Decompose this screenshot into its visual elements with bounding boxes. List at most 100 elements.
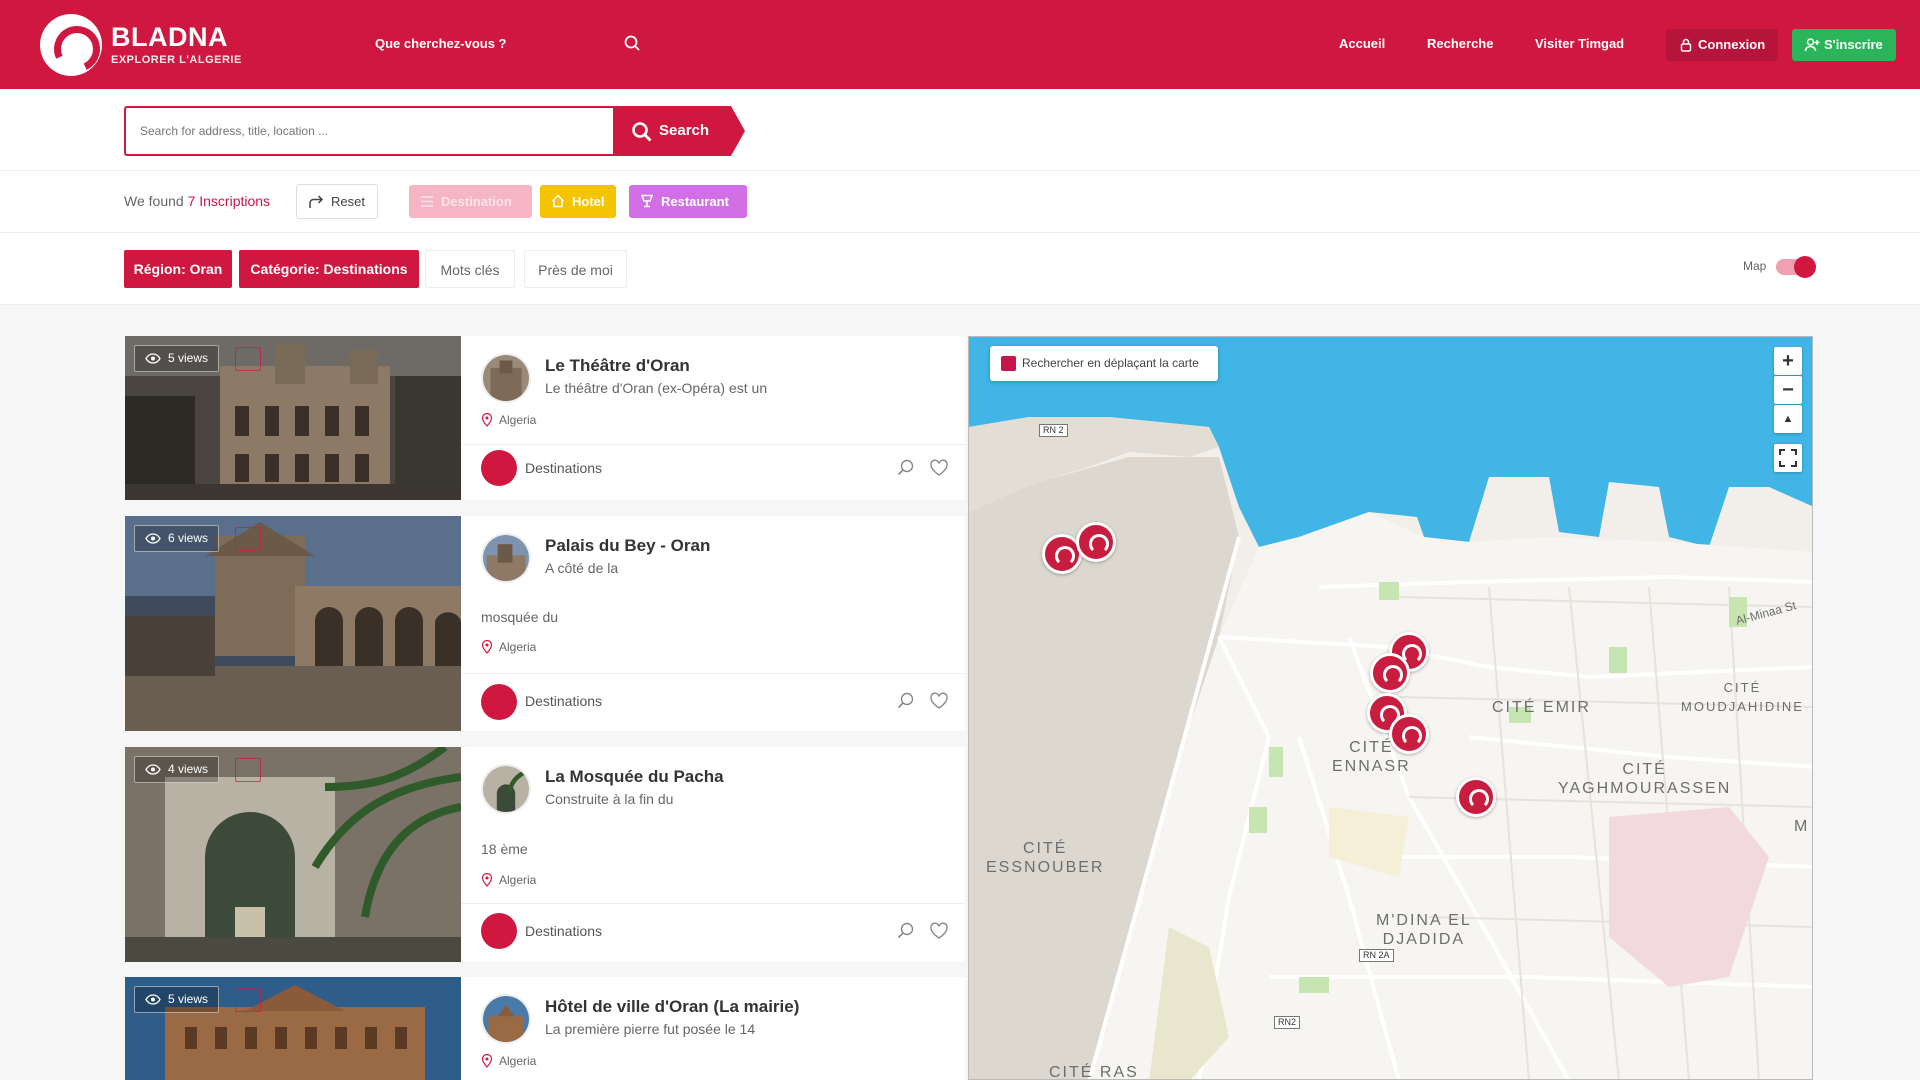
fullscreen-button[interactable] [1774, 444, 1802, 472]
bookmark-button[interactable] [235, 988, 261, 1012]
zoom-icon[interactable] [896, 691, 916, 711]
bladna-logo[interactable] [40, 14, 102, 76]
listing-title[interactable]: Palais du Bey - Oran [545, 536, 710, 556]
listing-category[interactable]: Destinations [525, 923, 602, 939]
listing-title[interactable]: La Mosquée du Pacha [545, 767, 724, 787]
map-marker[interactable] [1456, 777, 1496, 817]
listing-location-text: Algeria [499, 1054, 537, 1068]
map-pin-icon [481, 1054, 493, 1068]
search-on-move-label: Rechercher en déplaçant la carte [1022, 356, 1199, 370]
cup-icon [640, 194, 654, 208]
listing-location-text: Algeria [499, 640, 537, 654]
search-button-arrow [731, 106, 745, 156]
listing-avatar [481, 994, 531, 1044]
listing-description: Construite à la fin du [545, 791, 674, 807]
views-badge: 4 views [134, 756, 220, 783]
user-plus-icon [1804, 38, 1820, 52]
listing-card[interactable]: 5 views Hôtel de ville d'Oran (La mairie… [125, 977, 965, 1080]
listing-category[interactable]: Destinations [525, 460, 602, 476]
reset-button[interactable]: Reset [296, 184, 378, 219]
zoom-out-button[interactable]: − [1774, 376, 1802, 404]
login-button[interactable]: Connexion [1666, 29, 1778, 61]
signup-button[interactable]: S'inscrire [1792, 29, 1896, 61]
fullscreen-icon [1779, 449, 1797, 467]
bookmark-button[interactable] [235, 527, 261, 551]
tag-near-me[interactable]: Près de moi [524, 250, 627, 288]
results-summary: We found 7 Inscriptions [124, 193, 270, 209]
search-button[interactable]: Search [613, 106, 731, 156]
zoom-icon[interactable] [896, 921, 916, 941]
listing-avatar [481, 764, 531, 814]
list-icon [421, 196, 433, 207]
chip-destination[interactable]: Destination [409, 185, 532, 218]
map-toggle[interactable] [1776, 256, 1816, 278]
heart-icon[interactable] [929, 921, 949, 941]
listing-location: Algeria [481, 1054, 536, 1068]
compass-button[interactable]: ▲ [1774, 405, 1802, 433]
chip-restaurant[interactable]: Restaurant [629, 185, 747, 218]
map-label-cite-moudjahidine: CITÉ MOUDJAHIDINE [1681, 680, 1804, 714]
search-on-move-checkbox[interactable]: Rechercher en déplaçant la carte [990, 346, 1218, 381]
listing-location: Algeria [481, 413, 536, 427]
listing-title[interactable]: Hôtel de ville d'Oran (La mairie) [545, 997, 799, 1017]
nav-visiter-timgad[interactable]: Visiter Timgad [1535, 36, 1624, 51]
card-divider [461, 673, 965, 674]
nav-recherche[interactable]: Recherche [1427, 36, 1493, 51]
heart-icon[interactable] [929, 691, 949, 711]
brand-name[interactable]: BLADNA [111, 22, 228, 53]
reset-label: Reset [331, 194, 365, 209]
brand-tagline: EXPLORER L'ALGERIE [111, 54, 242, 66]
road-label-rn2-south: RN2 [1274, 1016, 1301, 1029]
map-marker[interactable] [1370, 653, 1410, 693]
map-pin-icon [481, 413, 493, 427]
listing-card[interactable]: 4 views La Mosquée du Pacha Construite à… [125, 747, 965, 962]
listing-card[interactable]: 5 views Le Théâtre d'Oran Le théâtre d'O… [125, 336, 965, 500]
results-prefix: We found [124, 193, 184, 209]
nav-accueil[interactable]: Accueil [1339, 36, 1385, 51]
zoom-icon[interactable] [896, 458, 916, 478]
tag-keywords[interactable]: Mots clés [425, 250, 515, 288]
map-toggle-label: Map [1743, 259, 1767, 273]
listing-avatar [481, 353, 531, 403]
card-divider [461, 444, 965, 445]
destination-category-icon [481, 913, 517, 949]
map-label-cite-emir: CITÉ EMIR [1492, 699, 1591, 716]
chip-hotel[interactable]: Hotel [540, 185, 616, 218]
search-icon[interactable] [623, 34, 641, 52]
zoom-in-button[interactable]: + [1774, 347, 1802, 375]
tag-category[interactable]: Catégorie: Destinations [239, 250, 419, 288]
listing-location: Algeria [481, 873, 536, 887]
listing-category[interactable]: Destinations [525, 693, 602, 709]
header-search-prompt[interactable]: Que cherchez-vous ? [375, 36, 506, 51]
results-count: 7 [187, 193, 196, 209]
search-button-label: Search [659, 122, 710, 139]
map-pin-icon [481, 873, 493, 887]
listing-title[interactable]: Le Théâtre d'Oran [545, 356, 690, 376]
listing-card[interactable]: 6 views Palais du Bey - Oran A côté de l… [125, 516, 965, 731]
bookmark-button[interactable] [235, 347, 261, 371]
destination-category-icon [481, 450, 517, 486]
listing-description-more: 18 ème [481, 841, 528, 857]
views-count: 5 views [168, 351, 209, 365]
listing-description: Le théâtre d'Oran (ex-Opéra) est un [545, 380, 768, 396]
road-label-rn2a: RN 2A [1359, 949, 1394, 962]
views-count: 6 views [168, 531, 209, 545]
views-badge: 5 views [134, 345, 220, 372]
login-label: Connexion [1698, 37, 1766, 52]
views-badge: 5 views [134, 986, 220, 1013]
eye-icon [145, 764, 161, 775]
map-view[interactable]: CITÉ EMIR CITÉ MOUDJAHIDINE CITÉ ENNASR … [968, 336, 1813, 1080]
results-suffix: Inscriptions [199, 193, 271, 209]
bookmark-button[interactable] [235, 758, 261, 782]
map-marker[interactable] [1076, 522, 1116, 562]
search-input[interactable] [124, 106, 613, 156]
share-arrow-icon [309, 195, 324, 208]
card-divider [461, 903, 965, 904]
map-label-mdina-el-djadida: M'DINA EL DJADIDA [1376, 912, 1472, 948]
listing-description-more: mosquée du [481, 609, 559, 625]
checkbox-checked-icon[interactable] [1001, 356, 1016, 371]
heart-icon[interactable] [929, 458, 949, 478]
map-marker[interactable] [1389, 714, 1429, 754]
listing-location-text: Algeria [499, 413, 537, 427]
tag-region[interactable]: Région: Oran [124, 250, 232, 288]
